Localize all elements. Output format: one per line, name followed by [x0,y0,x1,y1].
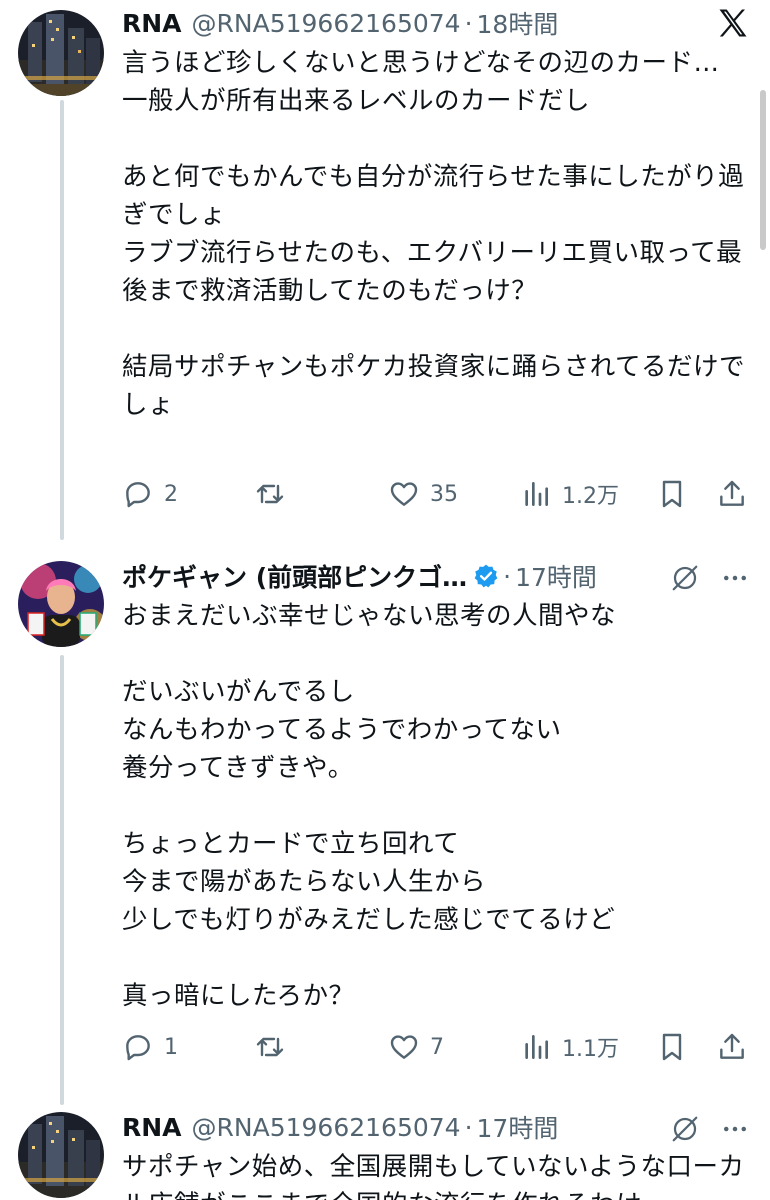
more-icon [724,1126,746,1132]
like-icon [390,1035,418,1059]
tweet[interactable]: RNA @RNA519662165074 · 17時間 サポチャン始め、全国展開… [0,1106,770,1200]
display-name[interactable]: ポケギャン (前頭部ピンクゴ… [122,558,467,594]
tweet-actions: 2 35 1.2万 [0,474,770,514]
grok-icon [672,1116,698,1142]
tweet-text: サポチャン始め、全国展開もしていないような口ーカル店舗がここまで全国的な流行を作… [122,1152,745,1200]
grok-icon [672,565,698,591]
share-icon [720,1033,744,1059]
more-icon [724,575,746,581]
bookmark-icon [662,480,682,508]
grok-button[interactable] [662,1108,708,1150]
display-name[interactable]: RNA [122,9,182,38]
reply-count: 2 [164,481,178,507]
user-handle[interactable]: @RNA519662165074 [192,1113,461,1142]
timestamp[interactable]: 18時間 [477,5,559,41]
views-button[interactable]: 1.2万 [520,474,619,514]
separator: · [464,8,473,38]
tweet-actions: 1 7 1.1万 [0,1027,770,1067]
avatar[interactable] [18,10,104,96]
reply-button[interactable]: 1 [122,1027,178,1067]
retweet-button[interactable] [254,474,296,514]
separator: · [503,561,512,591]
bookmark-button[interactable] [656,474,688,514]
more-button[interactable] [712,1108,758,1150]
like-button[interactable]: 7 [388,1027,444,1067]
reply-count: 1 [164,1034,178,1060]
tweet-text: 言うほど珍しくないと思うけどなその辺のカード… 一般人が所有出来るレベルのカード… [122,48,745,420]
retweet-icon [256,1037,284,1057]
grok-button[interactable] [662,557,708,599]
avatar[interactable] [18,561,104,647]
tweet[interactable]: ポケギャン (前頭部ピンクゴ… · 17時間 おまえだいぶ幸せじゃない思考の人間… [0,553,770,1093]
like-count: 35 [430,481,458,507]
reply-icon [126,1035,150,1061]
tweet[interactable]: RNA @RNA519662165074 · 18時間 言うほど珍しくないと思う… [0,0,770,540]
verified-icon [474,564,498,588]
share-button[interactable] [716,1027,748,1067]
thread-view: RNA @RNA519662165074 · 18時間 言うほど珍しくないと思う… [0,0,770,1200]
bookmark-button[interactable] [656,1027,688,1067]
share-button[interactable] [716,474,748,514]
avatar[interactable] [18,1112,104,1198]
tweet-header: RNA @RNA519662165074 · 18時間 [122,2,750,44]
reply-icon [126,482,150,508]
views-icon [525,482,548,506]
retweet-icon [256,484,284,504]
x-logo-icon[interactable] [710,2,756,44]
display-name[interactable]: RNA [122,1113,182,1142]
timestamp[interactable]: 17時間 [515,558,597,594]
like-icon [390,482,418,506]
reply-button[interactable]: 2 [122,474,178,514]
like-button[interactable]: 35 [388,474,458,514]
separator: · [464,1112,473,1142]
view-count: 1.2万 [562,484,619,509]
tweet-text: おまえだいぶ幸せじゃない思考の人間やな だいぶいがんでるし なんもわかってるよう… [122,601,617,1011]
tweet-header: ポケギャン (前頭部ピンクゴ… · 17時間 [122,555,750,597]
like-count: 7 [430,1034,444,1060]
view-count: 1.1万 [562,1037,619,1062]
user-handle[interactable]: @RNA519662165074 [192,9,461,38]
bookmark-icon [662,1033,682,1061]
more-button[interactable] [712,557,758,599]
views-icon [525,1035,548,1059]
views-button[interactable]: 1.1万 [520,1027,619,1067]
tweet-header: RNA @RNA519662165074 · 17時間 [122,1106,750,1148]
share-icon [720,480,744,506]
timestamp[interactable]: 17時間 [477,1109,559,1145]
retweet-button[interactable] [254,1027,296,1067]
